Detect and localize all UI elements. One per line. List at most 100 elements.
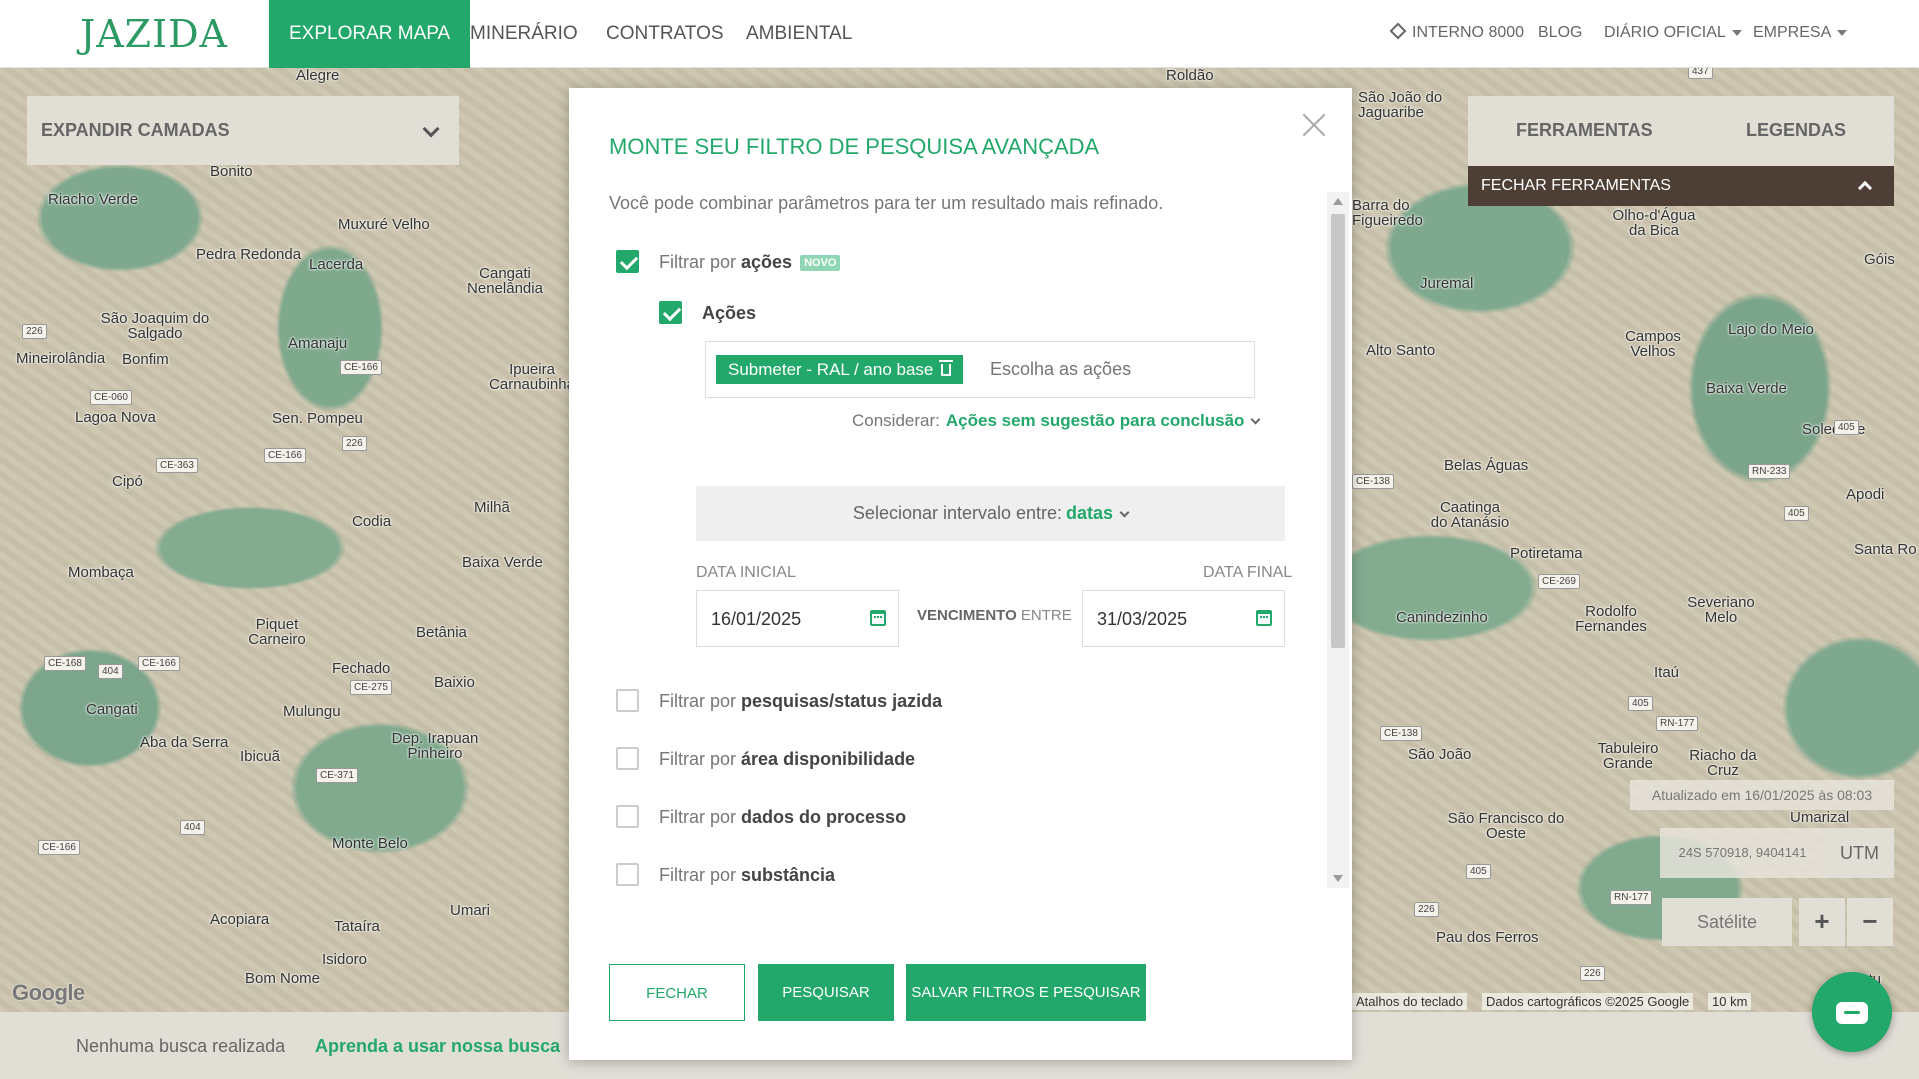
map-town: Barra do Figueiredo [1352,197,1423,229]
filter-processo-checkbox[interactable] [616,805,639,828]
map-town: Riacho da Cruz [1689,747,1757,779]
map-town: Apodi [1846,486,1885,503]
filter-name: área disponibilidade [741,749,916,769]
map-town: Tabuleiro Grande [1597,740,1659,772]
date-start-value: 16/01/2025 [711,609,802,629]
acao-tag: Submeter - RAL / ano base [716,355,964,384]
map-town: Ipueira Carnaubinha [489,361,575,393]
date-end-label: DATA FINAL [1203,564,1293,581]
acoes-tag-input[interactable]: Submeter - RAL / ano base [705,341,1255,398]
modal-scrollbar[interactable] [1327,192,1349,888]
nav-diario-oficial[interactable]: DIÁRIO OFICIAL [1604,24,1742,42]
filter-pesquisas-checkbox[interactable] [616,689,639,712]
map-town: Olho-d'Água da Bica [1612,207,1696,239]
interval-select[interactable]: Selecionar intervalo entre: datas [696,486,1285,541]
chat-bubble-icon [1836,1002,1868,1024]
map-town: Acopiara [210,911,270,928]
road-marker: CE-166 [340,360,382,375]
scroll-up-icon[interactable] [1333,198,1343,205]
satellite-button[interactable]: Satélite [1662,898,1792,946]
nav-minerario[interactable]: MINERÁRIO [470,0,578,68]
filter-acoes-checkbox[interactable] [616,250,639,273]
interval-label: Selecionar intervalo entre: [852,503,1063,523]
map-town: Potiretama [1510,545,1583,562]
road-marker: CE-166 [264,448,306,463]
date-end-field[interactable]: 31/03/2025 [1082,590,1285,647]
trash-icon[interactable] [939,360,954,376]
acoes-checkbox[interactable] [659,301,682,324]
map-town: Juremal [1420,275,1474,292]
map-town: Canindezinho [1396,609,1488,626]
map-town: Lajo do Meio [1728,321,1814,338]
date-start-label: DATA INICIAL [696,564,796,581]
close-icon[interactable] [1299,110,1329,140]
filter-prefix: Filtrar por [659,691,737,711]
map-town: Caatinga do Atanásio [1430,499,1510,531]
close-tools-button[interactable]: FECHAR FERRAMENTAS [1468,166,1894,206]
map-town: Ibicuã [240,748,281,765]
chevron-down-icon [1250,414,1261,425]
close-button[interactable]: FECHAR [609,964,745,1021]
chat-button[interactable] [1812,972,1892,1052]
scroll-down-icon[interactable] [1333,875,1343,882]
nav-diario-label: DIÁRIO OFICIAL [1604,24,1726,41]
acoes-search-input[interactable] [990,359,1240,380]
nav-ambiental[interactable]: AMBIENTAL [746,0,852,68]
map-town: Piquet Carneiro [248,616,306,648]
map-town: Milhã [474,499,510,516]
zoom-in-button[interactable]: + [1799,898,1845,946]
learn-search-link[interactable]: Aprenda a usar nossa busca [315,1036,560,1057]
road-marker: 405 [1784,506,1809,521]
caret-down-icon [1837,29,1848,36]
nav-interno[interactable]: INTERNO 8000 [1389,22,1524,42]
road-marker: CE-275 [350,680,392,695]
map-town: Cangati Nenelândia [467,265,543,297]
nav-empresa[interactable]: EMPRESA [1753,24,1848,42]
google-logo: Google [12,980,85,1005]
logo[interactable]: JAZIDA [80,12,228,56]
search-button[interactable]: PESQUISAR [758,964,894,1021]
tab-ferramentas[interactable]: FERRAMENTAS [1516,120,1653,141]
date-start-field[interactable]: 16/01/2025 [696,590,899,647]
tab-legendas[interactable]: LEGENDAS [1746,120,1846,141]
scrollbar-thumb[interactable] [1331,214,1345,648]
map-town: Alegre [296,68,340,84]
nav-contratos[interactable]: CONTRATOS [606,0,724,68]
map-town: Mombaça [68,564,134,581]
road-marker: 405 [1834,420,1859,435]
road-marker: 226 [1414,902,1439,917]
filter-acoes-label: Filtrar por ações NOVO [659,252,841,273]
map-town: Betânia [416,624,467,641]
tools-panel-header: FERRAMENTAS LEGENDAS [1468,96,1894,166]
road-marker: CE-060 [90,390,132,405]
chevron-down-icon [422,120,440,138]
close-tools-label: FECHAR FERRAMENTAS [1481,177,1671,194]
map-town: Dep. Irapuan Pinheiro [391,730,479,762]
filter-prefix: Filtrar por [659,749,737,769]
utm-button[interactable]: UTM [1825,828,1894,878]
filter-area-checkbox[interactable] [616,747,639,770]
save-filters-search-button[interactable]: SALVAR FILTROS E PESQUISAR [906,964,1146,1021]
attrib-map-data[interactable]: Dados cartográficos ©2025 Google [1482,993,1694,1010]
filter-area-label: Filtrar por área disponibilidade [659,749,915,770]
map-town: Cipó [112,473,143,490]
nav-explorar-mapa[interactable]: EXPLORAR MAPA [269,0,471,68]
road-marker: CE-138 [1352,474,1394,489]
chevron-down-icon [1119,507,1130,518]
nav-blog[interactable]: BLOG [1538,24,1582,42]
expand-layers-button[interactable]: EXPANDIR CAMADAS [27,96,459,165]
filter-substancia-label: Filtrar por substância [659,865,835,886]
calendar-icon[interactable] [1256,610,1272,626]
attrib-keyboard[interactable]: Atalhos do teclado [1352,993,1467,1010]
calendar-icon[interactable] [870,610,886,626]
consider-dropdown[interactable]: Considerar: Ações sem sugestão para concl… [852,411,1261,431]
filter-name: substância [741,865,836,885]
map-town: Lacerda [309,256,364,273]
road-marker: 405 [1628,696,1653,711]
map-town: Baixa Verde [462,554,543,571]
map-town: Tataíra [334,918,380,935]
filter-substancia-checkbox[interactable] [616,863,639,886]
map-town: Santa Ro [1854,541,1917,558]
zoom-out-button[interactable]: − [1847,898,1893,946]
map-town: Góis [1864,251,1895,268]
